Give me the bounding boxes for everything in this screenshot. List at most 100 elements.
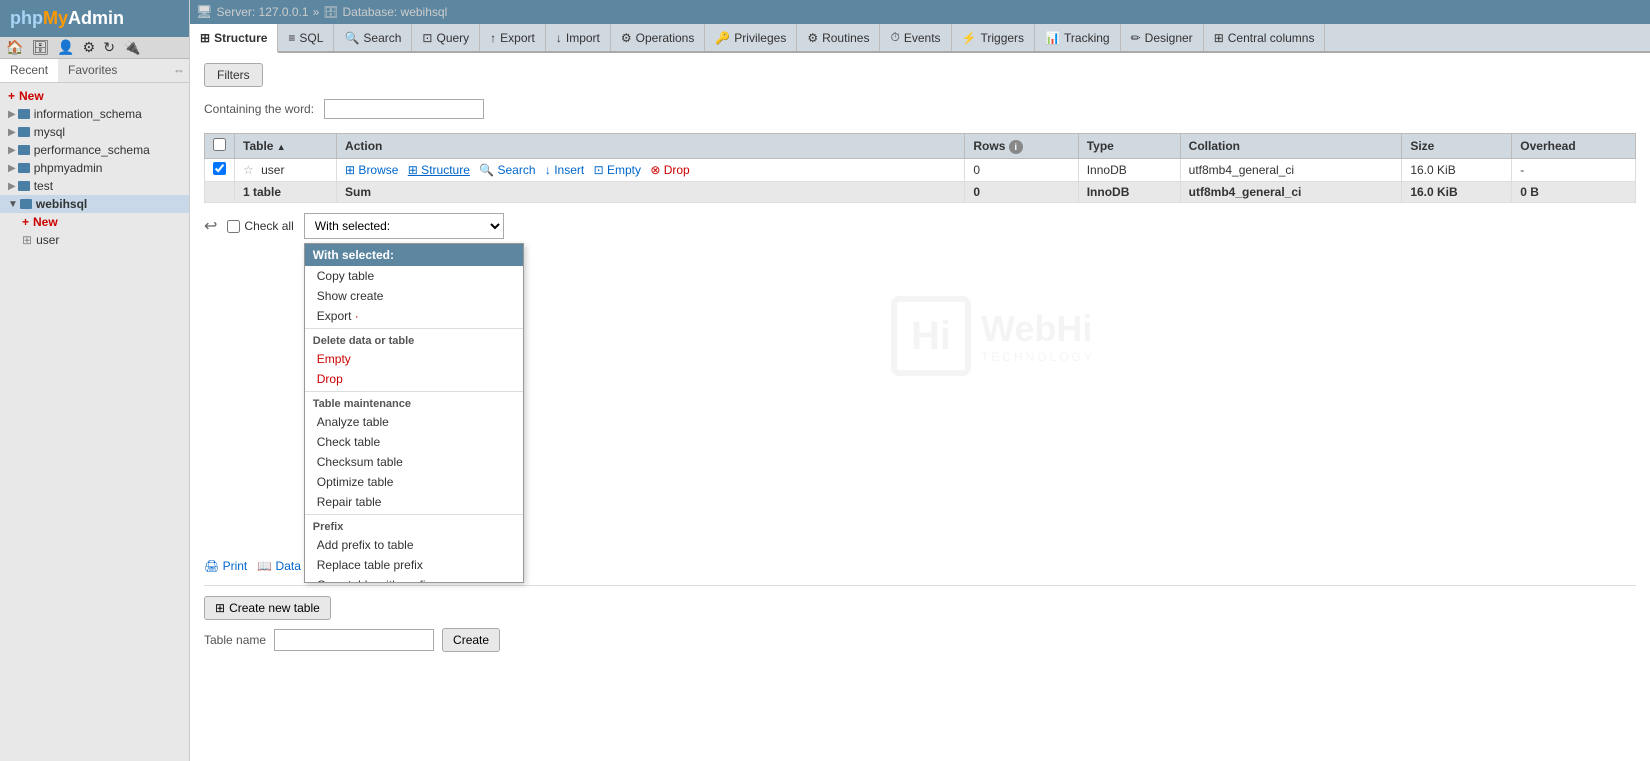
sidebar-item-test[interactable]: ▶ test — [0, 177, 189, 195]
settings-icon[interactable]: ⚙ — [83, 39, 96, 56]
menu-item-check[interactable]: Check table — [305, 432, 523, 452]
tab-triggers[interactable]: ⚡ Triggers — [952, 24, 1036, 51]
sidebar-new[interactable]: + New — [0, 87, 189, 105]
import-tab-icon: ↓ — [556, 31, 562, 45]
menu-item-optimize[interactable]: Optimize table — [305, 472, 523, 492]
col-table[interactable]: Table ▲ — [235, 134, 337, 159]
check-all-checkbox[interactable] — [227, 220, 240, 233]
sidebar-toggle[interactable]: ⇔ — [169, 59, 189, 82]
drop-link[interactable]: ⊗ Drop — [650, 163, 689, 177]
menu-section-delete: Delete data or table — [305, 331, 523, 349]
table-name-input[interactable] — [274, 629, 434, 651]
create-icon: ⊞ — [215, 601, 225, 615]
print-link[interactable]: 🖨 Print — [204, 559, 247, 573]
home-icon[interactable]: 🏠 — [6, 39, 23, 56]
sidebar-item-information-schema[interactable]: ▶ information_schema — [0, 105, 189, 123]
footer-size: 16.0 KiB — [1402, 182, 1512, 203]
table-overhead-cell: - — [1512, 159, 1636, 182]
table-collation-cell: utf8mb4_general_ci — [1180, 159, 1402, 182]
tab-tracking[interactable]: 📊 Tracking — [1035, 24, 1121, 51]
tab-structure[interactable]: ⊞ Structure — [190, 24, 278, 53]
table-name-label: Table name — [204, 633, 266, 647]
db-expand-icon-5: ▶ — [8, 181, 16, 192]
row-checkbox[interactable] — [213, 162, 226, 175]
menu-item-repair[interactable]: Repair table — [305, 492, 523, 512]
sort-arrow-table: ▲ — [277, 142, 286, 152]
check-all-container[interactable]: Check all — [227, 219, 293, 233]
menu-item-replace-prefix[interactable]: Replace table prefix — [305, 555, 523, 575]
menu-item-analyze[interactable]: Analyze table — [305, 412, 523, 432]
events-tab-icon: ⏱ — [890, 30, 899, 45]
sub-new-icon: + — [22, 215, 29, 229]
sidebar-item-phpmyadmin[interactable]: ▶ phpmyadmin — [0, 159, 189, 177]
menu-item-checksum[interactable]: Checksum table — [305, 452, 523, 472]
menu-item-add-prefix[interactable]: Add prefix to table — [305, 535, 523, 555]
tab-query[interactable]: ⊡ Query — [412, 24, 480, 51]
col-collation: Collation — [1180, 134, 1402, 159]
insert-link[interactable]: ↓ Insert — [545, 163, 584, 177]
tab-routines[interactable]: ⚙ Routines — [797, 24, 880, 51]
user-icon[interactable]: 👤 — [57, 39, 74, 56]
tab-events[interactable]: ⏱ Events — [880, 24, 951, 51]
tab-export[interactable]: ↑ Export — [480, 24, 546, 51]
search-link[interactable]: 🔍 Search — [479, 163, 535, 177]
tab-designer[interactable]: ✏ Designer — [1121, 24, 1204, 51]
logo-php: php — [10, 8, 43, 28]
browse-link[interactable]: ⊞ Browse — [345, 163, 398, 177]
structure-link[interactable]: ⊞ Structure — [408, 163, 470, 177]
sidebar-item-performance-schema[interactable]: ▶ performance_schema — [0, 141, 189, 159]
plugin-icon[interactable]: 🔌 — [123, 39, 140, 56]
col-type: Type — [1078, 134, 1180, 159]
refresh-icon[interactable]: ↻ — [103, 39, 115, 56]
tabbar: ⊞ Structure ≡ SQL 🔍 Search ⊡ Query ↑ Exp… — [190, 24, 1650, 53]
filters-button[interactable]: Filters — [204, 63, 263, 87]
db-icon-breadcrumb: 🗄 — [323, 5, 338, 19]
create-table-section: ⊞ Create new table Table name Create — [204, 585, 1636, 652]
menu-item-copy-prefix[interactable]: Copy table with prefix — [305, 575, 523, 583]
sidebar-item-webihsql[interactable]: ▼ webihsql — [0, 195, 189, 213]
db-expand-icon-6: ▼ — [8, 199, 18, 210]
central-columns-tab-icon: ⊞ — [1214, 31, 1224, 45]
menu-section-prefix: Prefix — [305, 517, 523, 535]
rows-info-icon[interactable]: i — [1009, 140, 1023, 154]
back-icon[interactable]: ↩ — [204, 216, 217, 236]
db-icon-6 — [18, 163, 30, 173]
watermark: Hi WebHi TECHNOLOGY — [891, 296, 1095, 376]
dropdown-menu: With selected: Copy table Show create Ex… — [304, 243, 524, 583]
sidebar-item-mysql[interactable]: ▶ mysql — [0, 123, 189, 141]
menu-item-drop[interactable]: Drop — [305, 369, 523, 389]
select-all-checkbox[interactable] — [213, 138, 226, 151]
menu-item-copy-table[interactable]: Copy table — [305, 266, 523, 286]
filter-input[interactable] — [324, 99, 484, 119]
bottom-bar: ↩ Check all With selected: With selected… — [204, 213, 1636, 239]
tab-privileges[interactable]: 🔑 Privileges — [705, 24, 797, 51]
menu-item-show-create[interactable]: Show create — [305, 286, 523, 306]
menu-item-export[interactable]: Export — [305, 306, 523, 326]
sidebar-sub-new[interactable]: + New — [0, 213, 189, 231]
bookmark-icon[interactable]: ☆ — [243, 163, 254, 177]
create-new-table-button[interactable]: ⊞ Create new table — [204, 596, 331, 620]
sidebar-item-user[interactable]: ⊞ user — [0, 231, 189, 249]
create-submit-button[interactable]: Create — [442, 628, 500, 652]
db-icon-4 — [18, 127, 30, 137]
check-all-label: Check all — [244, 219, 293, 233]
empty-link[interactable]: ⊡ Empty — [594, 163, 641, 177]
db-icon-2[interactable]: 🗄 — [31, 39, 49, 56]
footer-collation: utf8mb4_general_ci — [1180, 182, 1402, 203]
main-area: 🖥 Server: 127.0.0.1 » 🗄 Database: webihs… — [190, 0, 1650, 761]
tab-central-columns[interactable]: ⊞ Central columns — [1204, 24, 1326, 51]
tab-sql[interactable]: ≡ SQL — [278, 24, 334, 51]
designer-tab-icon: ✏ — [1131, 31, 1141, 45]
filter-row: Containing the word: — [204, 99, 1636, 119]
new-icon: + — [8, 89, 15, 103]
tab-import[interactable]: ↓ Import — [546, 24, 611, 51]
tab-search[interactable]: 🔍 Search — [334, 24, 412, 51]
tab-favorites[interactable]: Favorites — [58, 59, 127, 82]
tracking-tab-icon: 📊 — [1045, 31, 1060, 45]
server-icon: 🖥 — [196, 4, 213, 20]
tab-recent[interactable]: Recent — [0, 59, 58, 82]
col-rows: Rows i — [965, 134, 1078, 159]
with-selected-select[interactable]: With selected: — [304, 213, 504, 239]
tab-operations[interactable]: ⚙ Operations — [611, 24, 705, 51]
menu-item-empty[interactable]: Empty — [305, 349, 523, 369]
